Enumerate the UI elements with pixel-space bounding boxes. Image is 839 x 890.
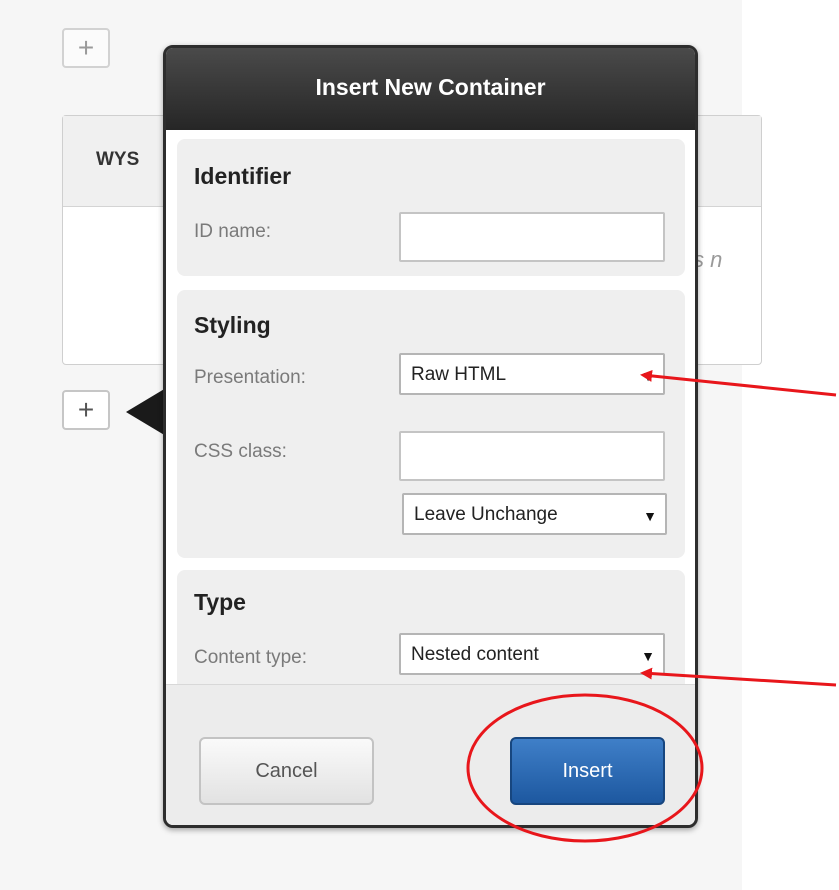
styling-heading: Styling (194, 312, 271, 338)
background-panel-title: WYS (96, 149, 140, 170)
plus-icon: + (77, 394, 95, 425)
id-name-label: ID name: (194, 221, 272, 242)
presentation-value: Raw HTML (411, 364, 507, 385)
cancel-button[interactable]: Cancel (199, 737, 374, 805)
id-name-input[interactable] (399, 212, 665, 262)
css-class-mode-select[interactable]: Leave Unchange ▼ (402, 493, 667, 535)
dialog-header: Insert New Container (166, 48, 695, 130)
type-heading: Type (194, 589, 246, 615)
content-type-select[interactable]: Nested content ▼ (399, 633, 665, 675)
styling-section: Styling Presentation: Raw HTML ▼ CSS cla… (177, 290, 685, 558)
chevron-down-icon: ▼ (641, 368, 655, 384)
dialog-body: Identifier ID name: Styling Presentation… (166, 130, 695, 701)
dialog-footer: Cancel Insert (166, 684, 695, 825)
chevron-down-icon: ▼ (641, 648, 655, 664)
insert-container-dialog: Insert New Container Identifier ID name:… (163, 45, 698, 828)
identifier-section: Identifier ID name: (177, 139, 685, 276)
presentation-label: Presentation: (194, 367, 306, 388)
add-block-top-button[interactable]: + (62, 28, 110, 68)
popover-pointer (126, 388, 166, 436)
dialog-title: Insert New Container (315, 74, 546, 100)
identifier-heading: Identifier (194, 163, 292, 189)
plus-icon: + (77, 32, 95, 63)
css-class-mode-value: Leave Unchange (414, 504, 558, 525)
type-section: Type Content type: Nested content ▼ (177, 570, 685, 701)
content-type-value: Nested content (411, 644, 539, 665)
css-class-label: CSS class: (194, 441, 287, 462)
content-type-label: Content type: (194, 647, 308, 668)
add-block-button[interactable]: + (62, 390, 110, 430)
chevron-down-icon: ▼ (643, 508, 657, 524)
insert-button[interactable]: Insert (510, 737, 665, 805)
presentation-select[interactable]: Raw HTML ▼ (399, 353, 665, 395)
css-class-input[interactable] (399, 431, 665, 481)
